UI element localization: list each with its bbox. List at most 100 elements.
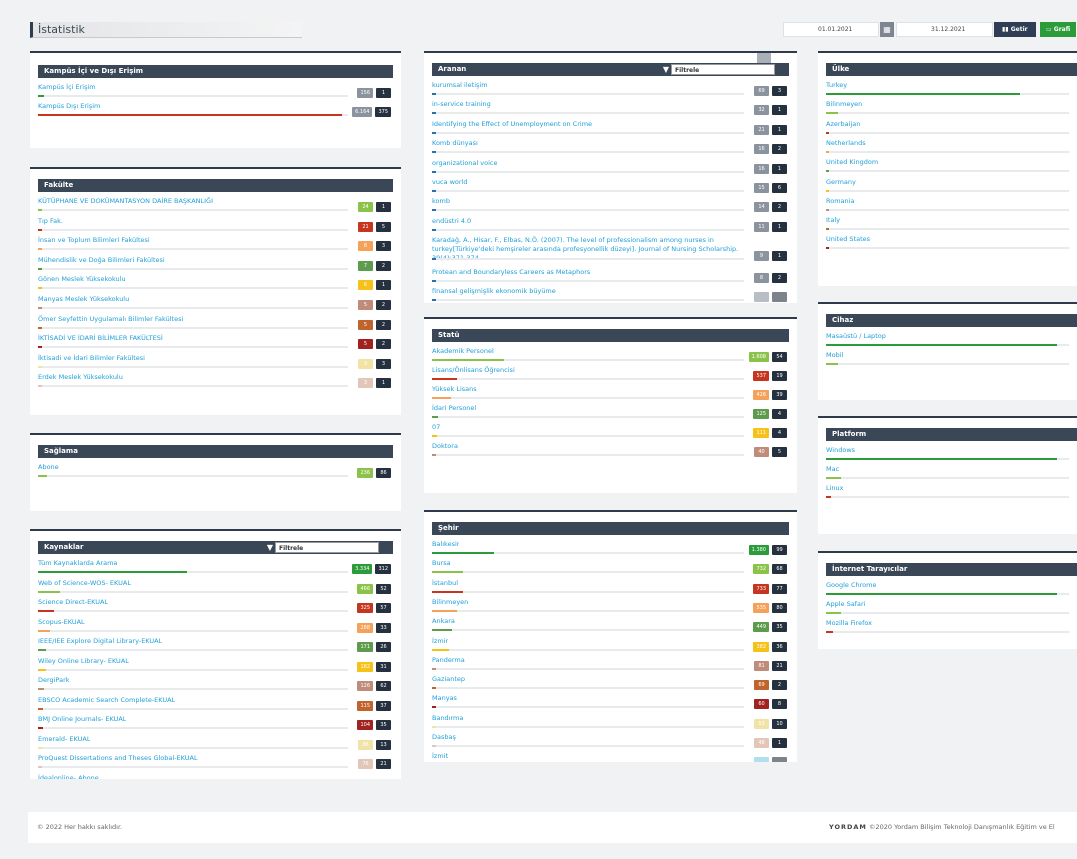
- calendar-icon[interactable]: ▦: [880, 22, 894, 37]
- item-label[interactable]: Tıp Fak.: [38, 217, 63, 225]
- list-item[interactable]: Scopus-EKUAL 288 33: [38, 618, 393, 637]
- list-item[interactable]: Azerbaijan: [826, 120, 1069, 139]
- item-label[interactable]: Dasbaş: [432, 733, 456, 741]
- list-item[interactable]: United States: [826, 235, 1069, 254]
- item-label[interactable]: Mac: [826, 465, 839, 473]
- item-label[interactable]: IEEE/IEE Explore Digital Library-EKUAL: [38, 637, 162, 645]
- item-label[interactable]: Bilinmeyen: [432, 598, 468, 606]
- item-label[interactable]: Bandırma: [432, 714, 463, 722]
- item-label[interactable]: İKTİSADİ VE İDARİ BİLİMLER FAKÜLTESİ: [38, 334, 163, 342]
- list-item[interactable]: Karadağ, A., Hisar, F., Elbas, N.Ö. (200…: [432, 236, 789, 265]
- list-item[interactable]: Linux: [826, 484, 1069, 503]
- item-label[interactable]: Germany: [826, 178, 856, 186]
- list-item[interactable]: Google Chrome: [826, 581, 1069, 600]
- item-label[interactable]: Kampüs İçi Erişim: [38, 83, 96, 91]
- list-item[interactable]: Apple Safari: [826, 600, 1069, 619]
- item-label[interactable]: Tüm Kaynaklarda Arama: [38, 559, 117, 567]
- item-label[interactable]: Masaüstü / Laptop: [826, 332, 886, 340]
- list-item[interactable]: Balıkesir 1.380 99: [432, 540, 789, 559]
- list-item[interactable]: Protean and Boundaryless Careers as Meta…: [432, 268, 789, 287]
- list-item[interactable]: United Kingdom: [826, 158, 1069, 177]
- item-label[interactable]: ProQuest Dissertations and Theses Global…: [38, 754, 198, 762]
- item-label[interactable]: Lisans/Önlisans Öğrencisi: [432, 366, 515, 374]
- item-label[interactable]: KÜTÜPHANE VE DOKÜMANTASYON DAİRE BAŞKANL…: [38, 197, 213, 205]
- list-item[interactable]: vuca world 15 6: [432, 178, 789, 197]
- list-item[interactable]: in-service training 32 1: [432, 100, 789, 119]
- list-item[interactable]: BMJ Online Journals- EKUAL 104 35: [38, 715, 393, 734]
- item-label[interactable]: Emerald- EKUAL: [38, 735, 90, 743]
- list-item[interactable]: Tıp Fak. 21 5: [38, 217, 393, 236]
- item-label[interactable]: Komb dünyası: [432, 139, 478, 147]
- list-item[interactable]: Mac: [826, 465, 1069, 484]
- item-label[interactable]: Turkey: [826, 81, 847, 89]
- list-item[interactable]: İzmir 382 36: [432, 637, 789, 656]
- item-label[interactable]: United Kingdom: [826, 158, 878, 166]
- item-label[interactable]: İzmir: [432, 637, 448, 645]
- item-label[interactable]: Windows: [826, 446, 855, 454]
- item-label[interactable]: Kampüs Dışı Erişim: [38, 102, 100, 110]
- list-item[interactable]: İnsan ve Toplum Bilimleri Fakültesi 8 3: [38, 236, 393, 255]
- list-item[interactable]: Gaziantep 69 2: [432, 675, 789, 694]
- list-item[interactable]: Emerald- EKUAL 86 13: [38, 735, 393, 754]
- list-item[interactable]: endüstri 4.0 11 1: [432, 217, 789, 236]
- item-label[interactable]: Balıkesir: [432, 540, 459, 548]
- item-label[interactable]: Yüksek Lisans: [432, 385, 477, 393]
- list-item[interactable]: Germany: [826, 178, 1069, 197]
- item-label[interactable]: Bursa: [432, 559, 451, 567]
- item-label[interactable]: Gönen Meslek Yüksekokulu: [38, 275, 126, 283]
- list-item[interactable]: Yüksek Lisans 426 39: [432, 385, 789, 404]
- item-label[interactable]: Protean and Boundaryless Careers as Meta…: [432, 268, 590, 276]
- item-label[interactable]: Erdek Meslek Yüksekokulu: [38, 373, 123, 381]
- item-label[interactable]: İdealonline- Abone: [38, 774, 99, 780]
- item-label[interactable]: Doktora: [432, 442, 458, 450]
- item-label[interactable]: Mozilla Firefox: [826, 619, 872, 627]
- list-item[interactable]: ProQuest Dissertations and Theses Global…: [38, 754, 393, 773]
- list-item[interactable]: finansal gelişmişlik ekonomik büyüme: [432, 287, 789, 303]
- list-item[interactable]: kurumsal iletişim 69 3: [432, 81, 789, 100]
- list-item[interactable]: IEEE/IEE Explore Digital Library-EKUAL 17…: [38, 637, 393, 656]
- item-label[interactable]: Web of Science-WOS- EKUAL: [38, 579, 131, 587]
- list-item[interactable]: Erdek Meslek Yüksekokulu 3 1: [38, 373, 393, 392]
- list-item[interactable]: Mozilla Firefox: [826, 619, 1069, 638]
- list-item[interactable]: Ömer Seyfettin Uygulamalı Bilimler Fakül…: [38, 315, 393, 334]
- list-item[interactable]: Windows: [826, 446, 1069, 465]
- list-item[interactable]: Komb dünyası 16 2: [432, 139, 789, 158]
- item-label[interactable]: Science Direct-EKUAL: [38, 598, 108, 606]
- item-label[interactable]: İdari Personel: [432, 404, 476, 412]
- list-item[interactable]: Kampüs İçi Erişim 156 1: [38, 83, 393, 102]
- item-label[interactable]: Linux: [826, 484, 844, 492]
- list-item[interactable]: Bilinmeyen 535 80: [432, 598, 789, 617]
- item-label[interactable]: EBSCO Academic Search Complete-EKUAL: [38, 696, 175, 704]
- list-item[interactable]: Abone 236 86: [38, 463, 393, 482]
- list-item[interactable]: Panderma 81 21: [432, 656, 789, 675]
- item-label[interactable]: Mobil: [826, 351, 843, 359]
- item-label[interactable]: BMJ Online Journals- EKUAL: [38, 715, 126, 723]
- list-item[interactable]: Science Direct-EKUAL 325 57: [38, 598, 393, 617]
- scrollbar[interactable]: [757, 53, 771, 63]
- list-item[interactable]: EBSCO Academic Search Complete-EKUAL 115 3…: [38, 696, 393, 715]
- list-item[interactable]: Web of Science-WOS- EKUAL 466 52: [38, 579, 393, 598]
- date-from-input[interactable]: 01.01.2021: [783, 22, 879, 37]
- list-item[interactable]: Gönen Meslek Yüksekokulu 6 1: [38, 275, 393, 294]
- list-item[interactable]: Mühendislik ve Doğa Bilimleri Fakültesi 7…: [38, 256, 393, 275]
- sources-filter-input[interactable]: Filtrele: [275, 542, 379, 553]
- list-item[interactable]: Dasbaş 48 1: [432, 733, 789, 752]
- item-label[interactable]: 07: [432, 423, 440, 431]
- item-label[interactable]: organizational voice: [432, 159, 497, 167]
- list-item[interactable]: İdealonline- Abone: [38, 774, 393, 780]
- item-label[interactable]: vuca world: [432, 178, 468, 186]
- list-item[interactable]: Akademik Personel 1.608 54: [432, 347, 789, 366]
- chart-button[interactable]: ▭ Grafi: [1040, 22, 1077, 37]
- list-item[interactable]: Manyas Meslek Yüksekokulu 5 2: [38, 295, 393, 314]
- list-item[interactable]: DergiPark 126 62: [38, 676, 393, 695]
- list-item[interactable]: komb 14 2: [432, 197, 789, 216]
- list-item[interactable]: Kampüs Dışı Erişim 6.164 375: [38, 102, 393, 121]
- list-item[interactable]: Italy: [826, 216, 1069, 235]
- item-label[interactable]: endüstri 4.0: [432, 217, 471, 225]
- item-label[interactable]: Manyas: [432, 694, 457, 702]
- item-label[interactable]: Netherlands: [826, 139, 866, 147]
- list-item[interactable]: Turkey: [826, 81, 1069, 100]
- list-item[interactable]: organizational voice 16 1: [432, 159, 789, 178]
- item-label[interactable]: Manyas Meslek Yüksekokulu: [38, 295, 129, 303]
- list-item[interactable]: KÜTÜPHANE VE DOKÜMANTASYON DAİRE BAŞKANL…: [38, 197, 393, 216]
